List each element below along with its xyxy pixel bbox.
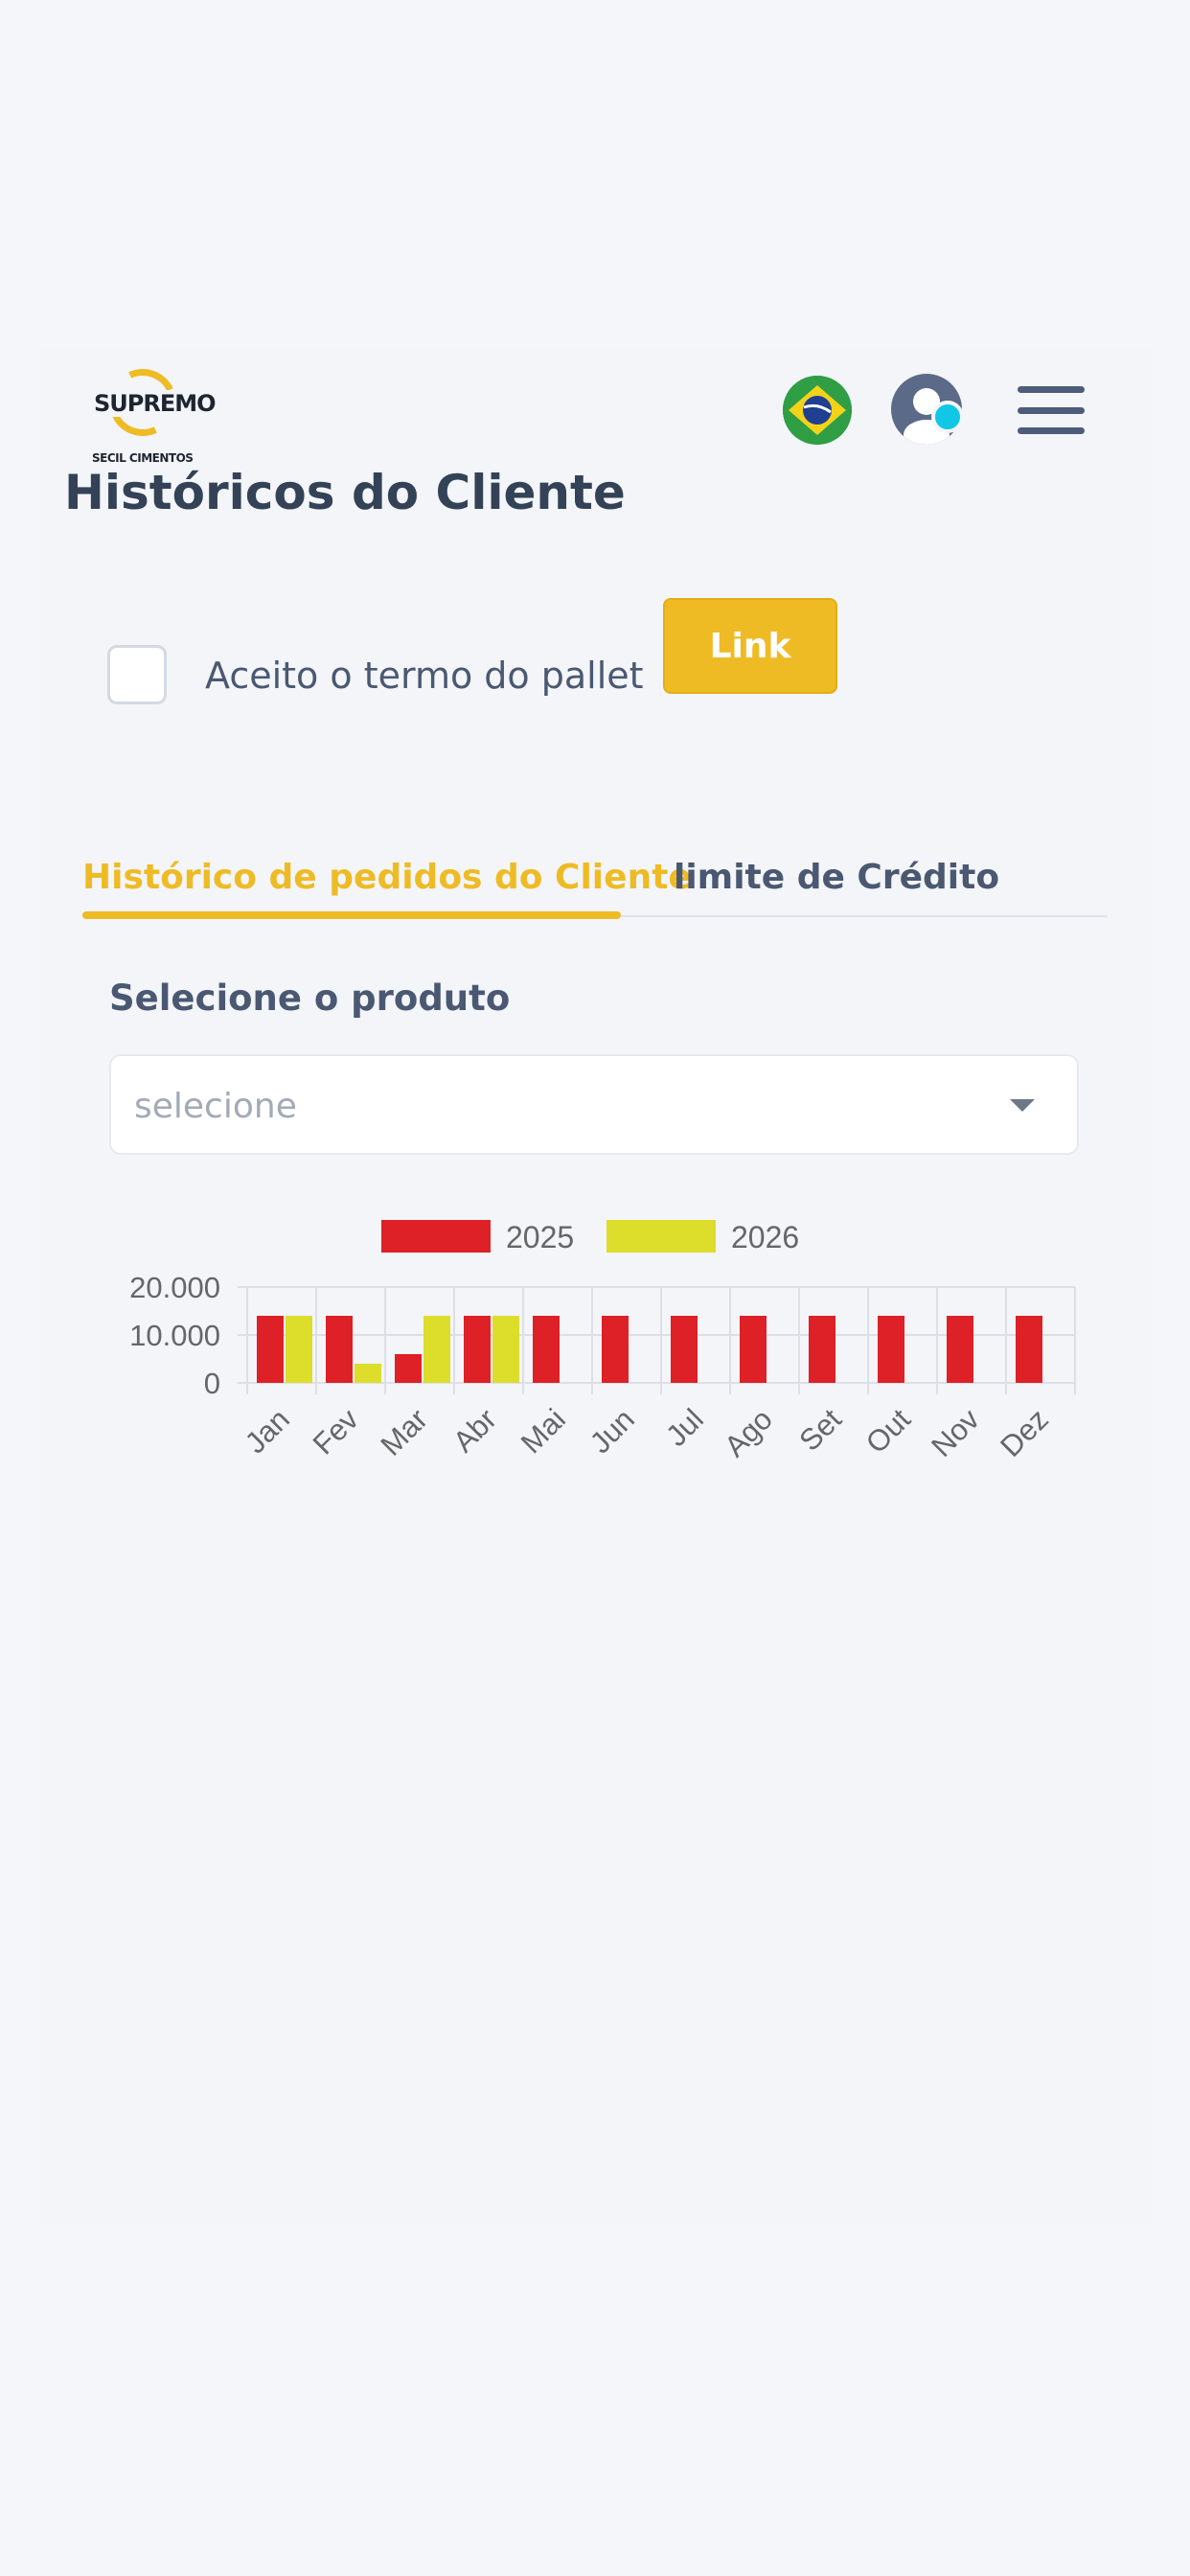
online-status-dot <box>931 401 964 433</box>
bar-2025-jun <box>602 1316 629 1383</box>
bar-2025-mar <box>395 1354 422 1383</box>
x-tick-label: Dez <box>994 1402 1055 1463</box>
bar-2025-nov <box>947 1316 973 1383</box>
bar-2025-ago <box>740 1316 767 1383</box>
active-tab-indicator <box>82 911 621 919</box>
bar-2026-fev <box>355 1364 381 1383</box>
pallet-terms-checkbox[interactable] <box>107 645 167 704</box>
bar-2025-jul <box>671 1316 698 1383</box>
x-tick-label: Jan <box>239 1402 296 1460</box>
app-screen: SUPREMO SECIL CIMENTOS Históricos do Cli… <box>40 350 1152 2223</box>
x-tick-label: Nov <box>925 1402 986 1463</box>
bar-2025-fev <box>326 1316 353 1383</box>
x-tick-label: Jul <box>659 1402 710 1453</box>
bar-2025-dez <box>1016 1316 1042 1383</box>
bar-2026-mar <box>423 1316 450 1383</box>
logo-subtext: SECIL CIMENTOS <box>92 451 194 465</box>
page-title: Históricos do Cliente <box>64 465 626 520</box>
x-tick-label: Mai <box>515 1402 572 1460</box>
bar-2026-jan <box>286 1316 312 1383</box>
bar-2025-mai <box>533 1316 560 1383</box>
x-tick-label: Set <box>792 1402 848 1458</box>
product-select[interactable]: selecione <box>109 1054 1079 1155</box>
product-select-label: Selecione o produto <box>109 978 511 1019</box>
user-avatar-icon[interactable] <box>891 374 977 450</box>
legend-label: 2025 <box>506 1220 574 1254</box>
link-button[interactable]: Link <box>663 598 837 694</box>
x-tick-label: Ago <box>718 1402 779 1463</box>
legend-label: 2026 <box>731 1220 799 1254</box>
supremo-logo: SUPREMO SECIL CIMENTOS <box>86 359 217 465</box>
x-tick-label: Out <box>859 1402 917 1460</box>
legend-swatch-2025 <box>381 1220 491 1253</box>
legend-swatch-2026 <box>606 1220 716 1253</box>
pallet-terms-label: Aceito o termo do pallet <box>205 655 644 697</box>
orders-chart: 20.000 10.000 0 Jan Fev Mar Abr Mai Jun Jul Ago Set… <box>40 1208 1152 1514</box>
y-tick-label: 10.000 <box>129 1319 220 1352</box>
chevron-down-icon <box>1010 1099 1035 1112</box>
bar-2025-jan <box>257 1316 284 1383</box>
tab-credit-limit[interactable]: limite de Crédito <box>674 858 999 897</box>
orders-bar-chart: 20.000 10.000 0 Jan Fev Mar Abr Mai Jun Jul Ago Set… <box>129 1220 1076 1463</box>
bar-2025-abr <box>464 1316 491 1383</box>
bar-2025-out <box>878 1316 904 1383</box>
tab-bar: Histórico de pedidos do Cliente limite d… <box>82 839 1108 919</box>
tab-order-history[interactable]: Histórico de pedidos do Cliente <box>82 858 692 897</box>
x-tick-label: Mar <box>374 1402 434 1462</box>
x-tick-label: Jun <box>584 1402 641 1460</box>
y-tick-label: 0 <box>204 1367 220 1400</box>
logo-text: SUPREMO <box>92 390 217 417</box>
brazil-flag-icon[interactable] <box>783 376 852 445</box>
bar-2025-set <box>809 1316 835 1383</box>
bar-2026-abr <box>492 1316 519 1383</box>
x-tick-label: Abr <box>446 1402 503 1459</box>
x-tick-label: Fev <box>307 1402 366 1461</box>
hamburger-menu-icon[interactable] <box>1018 386 1085 434</box>
y-tick-label: 20.000 <box>129 1271 220 1304</box>
product-select-placeholder: selecione <box>134 1087 297 1126</box>
